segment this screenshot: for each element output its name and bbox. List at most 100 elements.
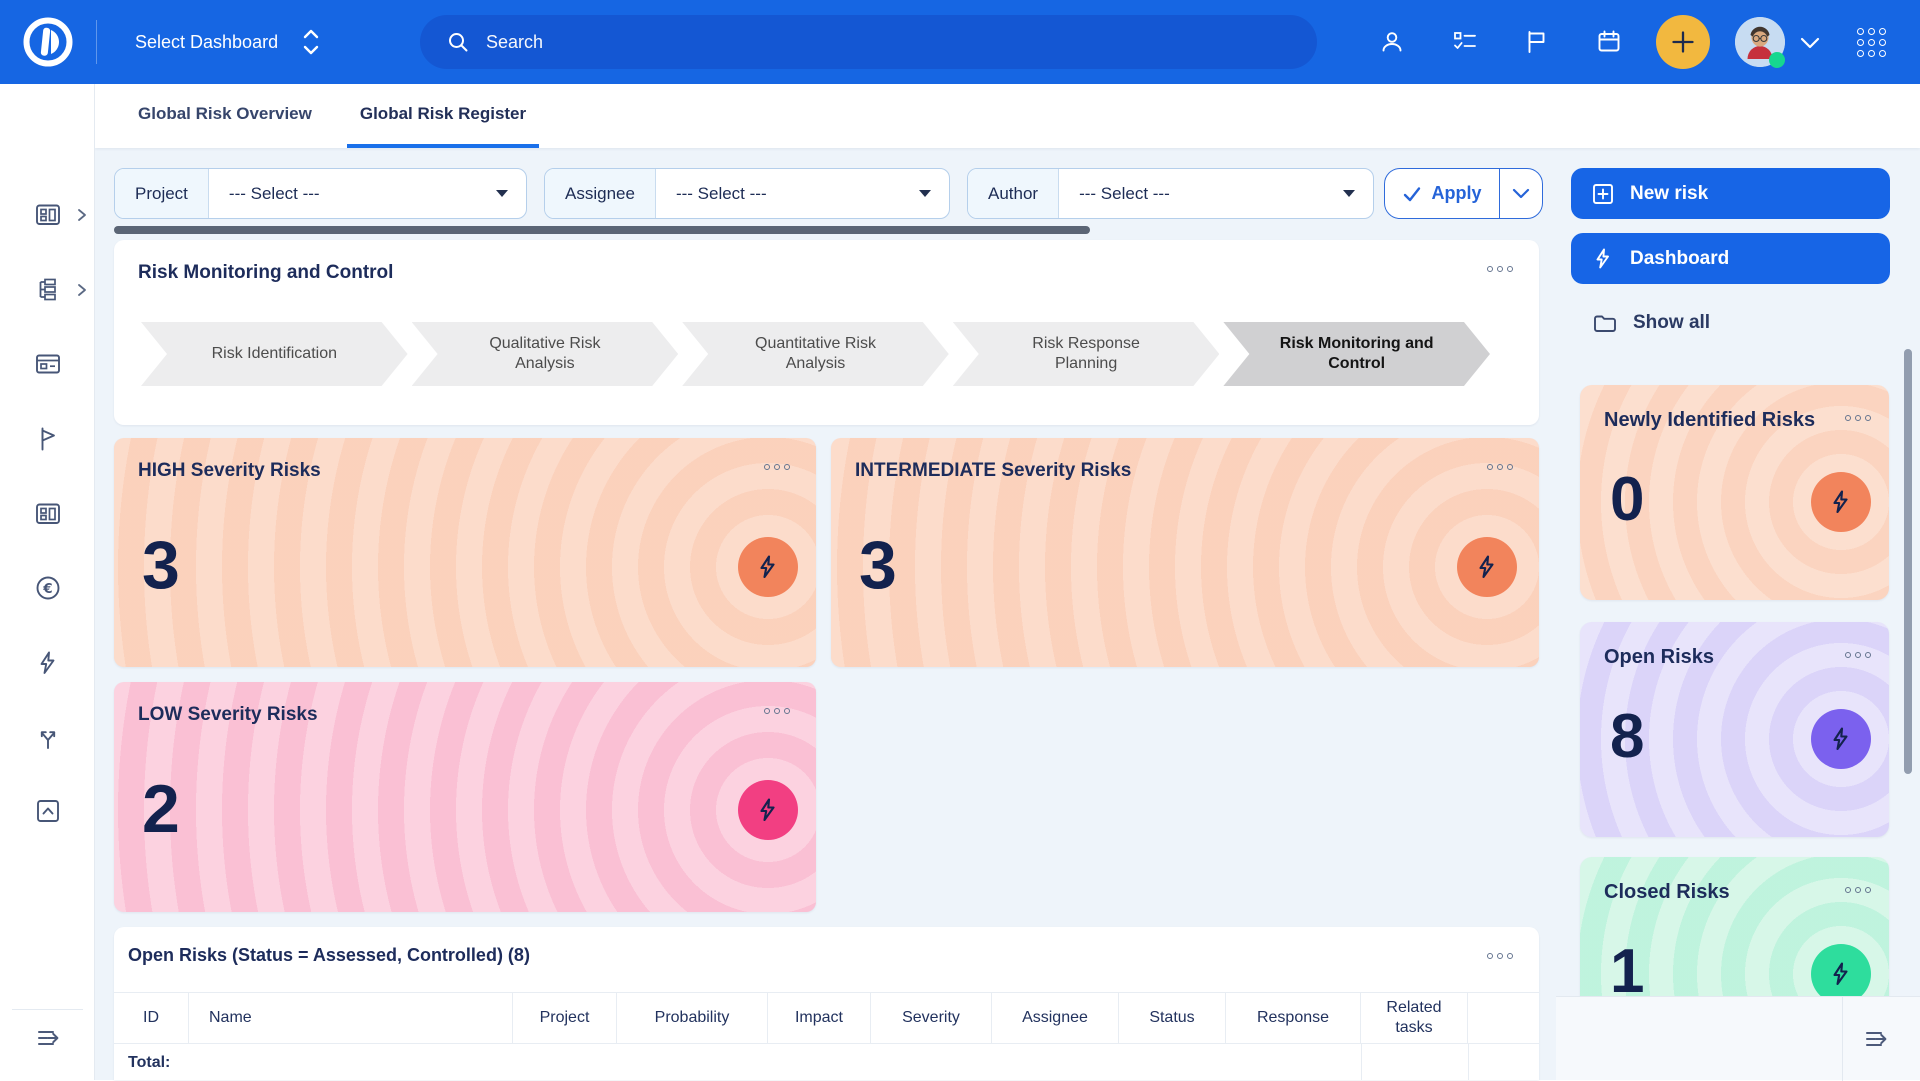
chevron-right-icon[interactable] bbox=[76, 208, 88, 222]
tab-label: Global Risk Overview bbox=[138, 104, 312, 123]
open-risks-count: 8 bbox=[1610, 702, 1645, 771]
expand-panel-icon[interactable] bbox=[1862, 1025, 1890, 1053]
kebab-menu-icon[interactable] bbox=[1845, 887, 1871, 893]
step-quantitative-risk-analysis[interactable]: Quantitative Risk Analysis bbox=[682, 322, 949, 386]
col-impact[interactable]: Impact bbox=[768, 993, 871, 1043]
euro-icon[interactable]: € bbox=[34, 574, 62, 602]
kebab-menu-icon[interactable] bbox=[764, 464, 790, 470]
process-steps: Risk Identification Qualitative Risk Ana… bbox=[141, 322, 1494, 386]
select-value: --- Select --- bbox=[228, 183, 320, 203]
caret-down-icon bbox=[496, 190, 508, 197]
col-response[interactable]: Response bbox=[1226, 993, 1361, 1043]
dashboard-button[interactable]: Dashboard bbox=[1571, 233, 1890, 284]
footer-divider bbox=[1842, 997, 1843, 1081]
col-related-tasks[interactable]: Related tasks bbox=[1361, 993, 1468, 1043]
bolt-badge-icon bbox=[1811, 709, 1871, 769]
button-label: Dashboard bbox=[1630, 247, 1730, 269]
intermediate-severity-card: INTERMEDIATE Severity Risks 3 bbox=[831, 438, 1539, 667]
new-risk-button[interactable]: New risk bbox=[1571, 168, 1890, 219]
bolt-icon bbox=[1596, 248, 1609, 268]
board-icon[interactable] bbox=[34, 201, 62, 229]
window-icon[interactable] bbox=[34, 350, 62, 378]
assignee-select[interactable]: --- Select --- bbox=[656, 169, 949, 218]
tab-label: Global Risk Register bbox=[359, 104, 527, 123]
user-icon[interactable] bbox=[1379, 29, 1405, 55]
tree-icon[interactable] bbox=[34, 276, 62, 304]
card-title: Risk Monitoring and Control bbox=[138, 262, 394, 283]
col-name[interactable]: Name bbox=[189, 993, 513, 1043]
show-all-link[interactable]: Show all bbox=[1592, 310, 1710, 336]
col-project[interactable]: Project bbox=[513, 993, 617, 1043]
horizontal-scrollbar[interactable] bbox=[114, 226, 1090, 234]
step-qualitative-risk-analysis[interactable]: Qualitative Risk Analysis bbox=[412, 322, 679, 386]
kebab-menu-icon[interactable] bbox=[1845, 652, 1871, 658]
step-risk-monitoring-and-control[interactable]: Risk Monitoring and Control bbox=[1223, 322, 1490, 386]
author-select[interactable]: --- Select --- bbox=[1059, 169, 1373, 218]
total-label: Total: bbox=[128, 1054, 171, 1071]
chevron-right-icon[interactable] bbox=[76, 283, 88, 297]
card-title: Open Risks bbox=[1604, 646, 1715, 668]
online-status-dot bbox=[1769, 52, 1785, 68]
low-severity-count: 2 bbox=[142, 771, 180, 847]
apply-button[interactable]: Apply bbox=[1384, 168, 1543, 219]
apply-label: Apply bbox=[1431, 183, 1482, 203]
plus-icon bbox=[1672, 31, 1694, 53]
board-icon[interactable] bbox=[34, 500, 62, 528]
project-select[interactable]: --- Select --- bbox=[209, 169, 526, 218]
closed-risks-count: 1 bbox=[1610, 937, 1645, 1006]
table-header-row: ID Name Project Probability Impact Sever… bbox=[114, 992, 1539, 1044]
split-icon[interactable] bbox=[34, 724, 62, 752]
table-total-row: Total: bbox=[114, 1044, 1539, 1080]
pennant-icon[interactable] bbox=[34, 425, 62, 453]
caret-down-icon bbox=[1343, 190, 1355, 197]
filter-project: Project --- Select --- bbox=[114, 168, 527, 219]
col-id[interactable]: ID bbox=[114, 993, 189, 1043]
topbar-divider bbox=[96, 20, 97, 64]
box-chevron-up-icon[interactable] bbox=[34, 797, 62, 825]
app-logo-icon[interactable] bbox=[22, 16, 74, 68]
vertical-scrollbar[interactable] bbox=[1904, 349, 1912, 774]
apps-grid-icon[interactable] bbox=[1857, 28, 1887, 58]
kebab-menu-icon[interactable] bbox=[1487, 464, 1513, 470]
col-actions bbox=[1468, 993, 1539, 1043]
kebab-menu-icon[interactable] bbox=[1487, 266, 1513, 272]
tab-global-risk-register[interactable]: Global Risk Register bbox=[346, 84, 540, 148]
right-footer-bar bbox=[1556, 996, 1920, 1081]
col-status[interactable]: Status bbox=[1119, 993, 1226, 1043]
step-risk-identification[interactable]: Risk Identification bbox=[141, 322, 408, 386]
card-title: Newly Identified Risks bbox=[1604, 409, 1816, 431]
kebab-menu-icon[interactable] bbox=[1487, 953, 1513, 959]
flag-icon[interactable] bbox=[1524, 29, 1550, 55]
kebab-menu-icon[interactable] bbox=[1845, 415, 1871, 421]
dashboard-selector[interactable]: Select Dashboard bbox=[135, 0, 320, 84]
bolt-icon[interactable] bbox=[34, 649, 62, 677]
caret-down-icon bbox=[919, 190, 931, 197]
step-risk-response-planning[interactable]: Risk Response Planning bbox=[953, 322, 1220, 386]
col-probability[interactable]: Probability bbox=[617, 993, 768, 1043]
select-value: --- Select --- bbox=[675, 183, 767, 203]
col-severity[interactable]: Severity bbox=[871, 993, 992, 1043]
user-avatar[interactable] bbox=[1735, 17, 1785, 68]
apply-dropdown[interactable] bbox=[1500, 169, 1542, 218]
table-divider bbox=[1468, 1044, 1469, 1080]
filter-label: Author bbox=[968, 169, 1060, 218]
risk-dashboard-screen: Select Dashboard Search € Global Risk Ov… bbox=[0, 0, 1920, 1081]
bolt-badge-icon bbox=[738, 537, 798, 597]
calendar-icon[interactable] bbox=[1596, 29, 1622, 55]
bolt-badge-icon bbox=[1811, 472, 1871, 532]
table-title: Open Risks (Status = Assessed, Controlle… bbox=[128, 945, 530, 965]
card-title: HIGH Severity Risks bbox=[138, 460, 321, 481]
boxed-plus-icon bbox=[1593, 183, 1613, 204]
expand-sidebar-icon[interactable] bbox=[34, 1024, 62, 1052]
add-button[interactable] bbox=[1656, 15, 1710, 69]
kebab-menu-icon[interactable] bbox=[764, 708, 790, 714]
card-title: LOW Severity Risks bbox=[138, 704, 318, 725]
folder-icon bbox=[1594, 315, 1616, 332]
search-input[interactable] bbox=[486, 31, 1291, 53]
tab-global-risk-overview[interactable]: Global Risk Overview bbox=[125, 84, 325, 148]
tasks-icon[interactable] bbox=[1452, 29, 1478, 55]
search-bar[interactable] bbox=[420, 15, 1317, 69]
left-sidebar: € bbox=[0, 84, 95, 1080]
chevron-down-icon[interactable] bbox=[1800, 37, 1820, 49]
col-assignee[interactable]: Assignee bbox=[992, 993, 1119, 1043]
